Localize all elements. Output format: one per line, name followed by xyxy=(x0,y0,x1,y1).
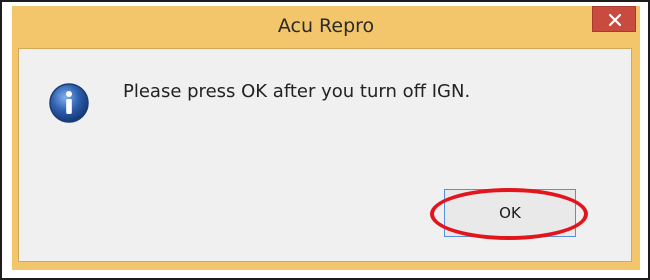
ok-button[interactable]: OK xyxy=(444,189,576,237)
screenshot-frame: Acu Repro Please press OK after you turn… xyxy=(0,0,650,280)
title-bar[interactable]: Acu Repro xyxy=(12,6,640,46)
message-dialog: Acu Repro Please press OK after you turn… xyxy=(12,6,640,270)
info-icon xyxy=(49,83,89,123)
dialog-message: Please press OK after you turn off IGN. xyxy=(123,81,471,102)
dialog-body: Please press OK after you turn off IGN. … xyxy=(18,48,632,262)
close-icon xyxy=(608,13,622,27)
dialog-title: Acu Repro xyxy=(277,15,375,37)
close-button[interactable] xyxy=(592,6,636,32)
